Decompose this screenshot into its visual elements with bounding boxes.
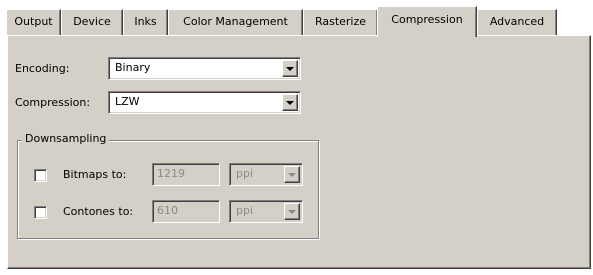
tab-output-label: Output [14,15,53,28]
tab-inks[interactable]: Inks [123,9,168,35]
downsampling-group [17,140,319,239]
contones-checkbox[interactable] [34,206,47,219]
print-settings-dialog: Output Device Inks Color Management Rast… [0,0,593,275]
encoding-label: Encoding: [15,62,70,75]
bitmaps-label: Bitmaps to: [63,168,127,181]
contones-unit-select[interactable]: ppi [229,200,303,223]
tab-color-management[interactable]: Color Management [168,9,303,35]
tab-color-management-label: Color Management [183,15,288,28]
tab-advanced[interactable]: Advanced [477,9,557,35]
tab-advanced-label: Advanced [489,15,545,28]
bitmaps-unit-dropdown-button[interactable] [284,166,300,183]
bitmaps-resolution-field[interactable]: 1219 [152,163,220,186]
encoding-value: Binary [115,61,151,74]
contones-resolution-field[interactable]: 610 [152,200,220,223]
contones-unit-value: ppi [236,204,254,217]
downsampling-title: Downsampling [22,132,110,145]
tab-rasterize-label: Rasterize [314,15,367,28]
contones-resolution-value: 610 [157,204,178,217]
bitmaps-unit-value: ppi [236,167,254,180]
encoding-dropdown-button[interactable] [282,60,298,77]
compression-panel: Encoding: Binary Compression: LZW Downsa… [7,35,591,269]
tab-compression[interactable]: Compression [377,6,477,37]
bitmaps-unit-select[interactable]: ppi [229,163,303,186]
tab-device-label: Device [73,15,111,28]
tab-compression-label: Compression [391,13,463,26]
compression-dropdown-button[interactable] [282,94,298,111]
compression-select[interactable]: LZW [108,91,301,114]
tab-inks-label: Inks [134,15,157,28]
bitmaps-checkbox[interactable] [34,169,47,182]
compression-value: LZW [115,95,140,108]
compression-label: Compression: [15,96,91,109]
tab-output[interactable]: Output [6,9,61,35]
tab-rasterize[interactable]: Rasterize [303,9,378,35]
bitmaps-resolution-value: 1219 [157,167,185,180]
encoding-select[interactable]: Binary [108,57,301,80]
contones-unit-dropdown-button[interactable] [284,203,300,220]
tab-device[interactable]: Device [61,9,123,35]
contones-label: Contones to: [63,205,134,218]
